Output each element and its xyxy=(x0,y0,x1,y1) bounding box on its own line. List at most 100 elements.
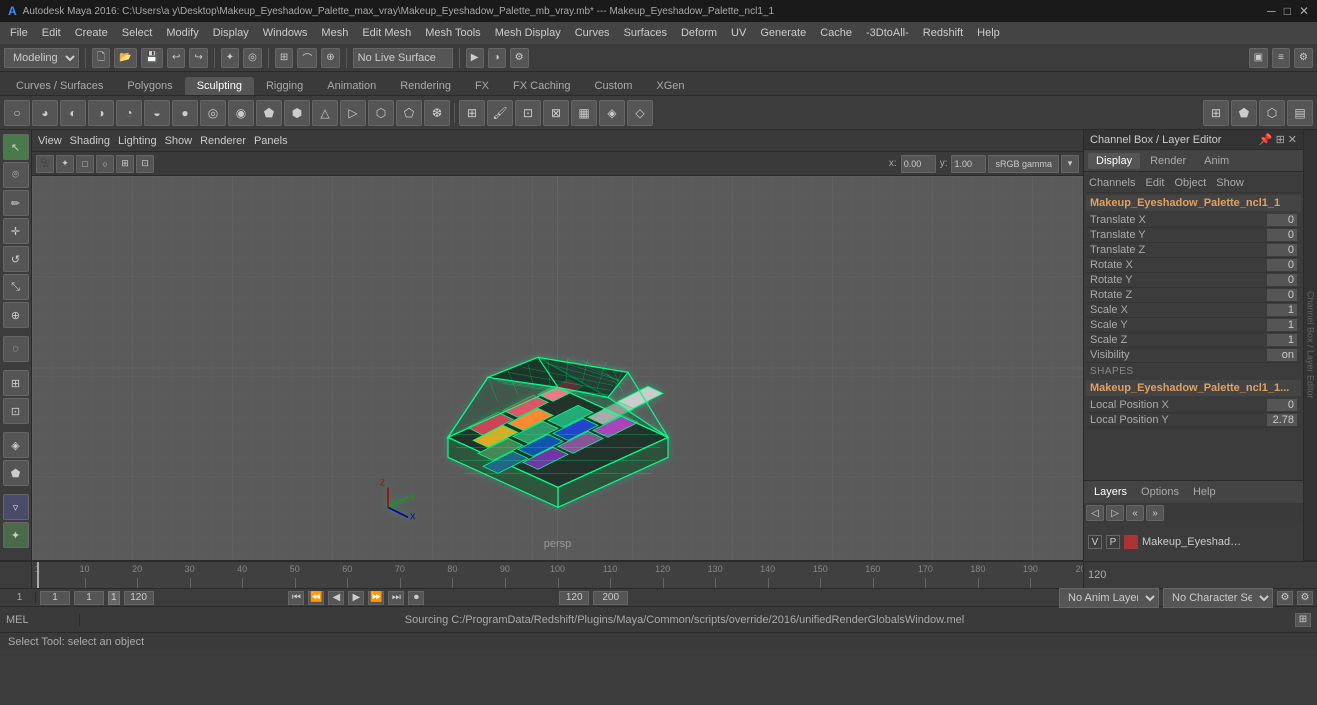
sculpt-smear-btn[interactable]: ▷ xyxy=(340,100,366,126)
open-scene-btn[interactable]: 📂 xyxy=(114,48,136,68)
vp-toggle1-btn[interactable]: ⊞ xyxy=(116,155,134,173)
rotate-tool-btn[interactable]: ↺ xyxy=(3,246,29,272)
channel-rotate-z[interactable]: Rotate Z 0 xyxy=(1086,288,1301,303)
layers-tab-help[interactable]: Help xyxy=(1187,484,1222,500)
minimize-btn[interactable]: ─ xyxy=(1267,4,1276,18)
redo-btn[interactable]: ↪ xyxy=(189,48,207,68)
tool-settings-btn[interactable]: ⚙ xyxy=(1294,48,1313,68)
menu-windows[interactable]: Windows xyxy=(257,25,314,41)
cb-menu-object[interactable]: Object xyxy=(1171,176,1209,190)
sculpt-wax-btn[interactable]: ◉ xyxy=(228,100,254,126)
attr-editor-btn[interactable]: ≡ xyxy=(1272,48,1290,68)
menu-uv[interactable]: UV xyxy=(725,25,752,41)
sculpt-fill-btn[interactable]: ⬢ xyxy=(284,100,310,126)
tab-curves-surfaces[interactable]: Curves / Surfaces xyxy=(4,77,115,95)
sculpt-spray-btn[interactable]: ◒ xyxy=(144,100,170,126)
layers-tab-options[interactable]: Options xyxy=(1135,484,1185,500)
viewport-canvas[interactable]: Y X Z persp xyxy=(32,176,1083,560)
lasso-tool-btn[interactable]: ⌾ xyxy=(3,162,29,188)
sculpt-repeat-btn[interactable]: ● xyxy=(172,100,198,126)
sculpt-bulge-btn[interactable]: ⬡ xyxy=(368,100,394,126)
menu-cache[interactable]: Cache xyxy=(814,25,858,41)
menu-curves[interactable]: Curves xyxy=(569,25,616,41)
script-editor-btn[interactable]: ⊞ xyxy=(1295,613,1311,627)
falloff-btn[interactable]: ⊠ xyxy=(543,100,569,126)
sculpt-flatten-btn[interactable]: ◑ xyxy=(88,100,114,126)
pb-max-end-input[interactable] xyxy=(593,591,628,605)
undo-btn[interactable]: ↩ xyxy=(167,48,185,68)
channel-scale-z[interactable]: Scale Z 1 xyxy=(1086,333,1301,348)
channel-translate-y[interactable]: Translate Y 0 xyxy=(1086,228,1301,243)
render-btn[interactable]: ▶ xyxy=(466,48,484,68)
cb-close-btn[interactable]: ✕ xyxy=(1288,133,1297,146)
layer-p-btn[interactable]: P xyxy=(1106,535,1120,549)
layer-prev-btn[interactable]: ◁ xyxy=(1086,505,1104,521)
menu-generate[interactable]: Generate xyxy=(754,25,812,41)
cb-menu-edit[interactable]: Edit xyxy=(1142,176,1167,190)
channel-translate-x[interactable]: Translate X 0 xyxy=(1086,213,1301,228)
stamp-btn[interactable]: ⊡ xyxy=(515,100,541,126)
sym-btn[interactable]: ⊞ xyxy=(459,100,485,126)
tab-polygons[interactable]: Polygons xyxy=(115,77,184,95)
menu-edit[interactable]: Edit xyxy=(36,25,67,41)
channel-local-pos-x[interactable]: Local Position X 0 xyxy=(1086,398,1301,413)
cb-tab-display[interactable]: Display xyxy=(1088,153,1140,169)
menu-create[interactable]: Create xyxy=(69,25,114,41)
menu-file[interactable]: File xyxy=(4,25,34,41)
tab-fx-caching[interactable]: FX Caching xyxy=(501,77,582,95)
select-tool-btn[interactable]: ↖ xyxy=(3,134,29,160)
pb-current-input[interactable] xyxy=(74,591,104,605)
sculpt-amplify-btn[interactable]: ⬠ xyxy=(396,100,422,126)
cb-tab-anim[interactable]: Anim xyxy=(1196,153,1237,169)
vp-menu-show[interactable]: Show xyxy=(165,135,193,147)
pb-settings-btn[interactable]: ⚙ xyxy=(1277,591,1293,605)
display-subdiv-btn[interactable]: ◇ xyxy=(627,100,653,126)
new-scene-btn[interactable]: 🗋 xyxy=(92,48,110,68)
tab-fx[interactable]: FX xyxy=(463,77,501,95)
display-poly-btn[interactable]: ▦ xyxy=(571,100,597,126)
workspace-select[interactable]: Modeling xyxy=(4,48,79,68)
channel-local-pos-y[interactable]: Local Position Y 2.78 xyxy=(1086,413,1301,428)
tab-xgen[interactable]: XGen xyxy=(644,77,696,95)
menu-mesh-display[interactable]: Mesh Display xyxy=(489,25,567,41)
select-btn[interactable]: ✦ xyxy=(221,48,239,68)
sculpt-scrape-btn[interactable]: ⬟ xyxy=(256,100,282,126)
menu-3dto[interactable]: -3DtoAll- xyxy=(860,25,915,41)
tab-rigging[interactable]: Rigging xyxy=(254,77,315,95)
cb-tab-render[interactable]: Render xyxy=(1142,153,1194,169)
cb-expand-btn[interactable]: ⊞ xyxy=(1276,133,1285,146)
snap-together-btn[interactable]: ⊞ xyxy=(3,370,29,396)
viewport[interactable]: View Shading Lighting Show Renderer Pane… xyxy=(32,130,1083,560)
tab-animation[interactable]: Animation xyxy=(315,77,388,95)
menu-edit-mesh[interactable]: Edit Mesh xyxy=(356,25,417,41)
coord-x-input[interactable] xyxy=(901,155,936,173)
snap-point-btn[interactable]: ⊕ xyxy=(321,48,339,68)
live-surface-field[interactable] xyxy=(353,48,453,68)
vp-cam-btn[interactable]: 🎥 xyxy=(36,155,54,173)
menu-select[interactable]: Select xyxy=(116,25,159,41)
sculpt-smooth-btn[interactable]: ◐ xyxy=(60,100,86,126)
channel-rotate-x[interactable]: Rotate X 0 xyxy=(1086,258,1301,273)
ipr-btn[interactable]: ◑ xyxy=(488,48,506,68)
vp-menu-view[interactable]: View xyxy=(38,135,62,147)
display-smooth-btn[interactable]: ◈ xyxy=(599,100,625,126)
close-btn[interactable]: ✕ xyxy=(1299,4,1309,18)
cb-menu-channels[interactable]: Channels xyxy=(1086,176,1138,190)
vp-select-btn[interactable]: ✦ xyxy=(56,155,74,173)
menu-help[interactable]: Help xyxy=(971,25,1006,41)
pb-start-btn[interactable]: ⏮ xyxy=(288,591,304,605)
soft-sel-btn[interactable]: ◌ xyxy=(3,336,29,362)
render-settings-btn[interactable]: ⚙ xyxy=(510,48,529,68)
vp-smooth-btn[interactable]: ○ xyxy=(96,155,114,173)
maximize-btn[interactable]: □ xyxy=(1284,4,1291,18)
channel-scale-y[interactable]: Scale Y 1 xyxy=(1086,318,1301,333)
snap-curve-btn[interactable]: ⌒ xyxy=(297,48,317,68)
anim-layer-select[interactable]: No Anim Layer xyxy=(1059,588,1159,608)
vp-menu-shading[interactable]: Shading xyxy=(70,135,110,147)
coord-display-btn[interactable]: ✦ xyxy=(3,522,29,548)
vp-menu-renderer[interactable]: Renderer xyxy=(200,135,246,147)
vp-bb-btn[interactable]: □ xyxy=(76,155,94,173)
pb-frame-end-input[interactable] xyxy=(559,591,589,605)
paint-sel-btn[interactable]: ✏ xyxy=(3,190,29,216)
playhead[interactable] xyxy=(37,562,39,588)
